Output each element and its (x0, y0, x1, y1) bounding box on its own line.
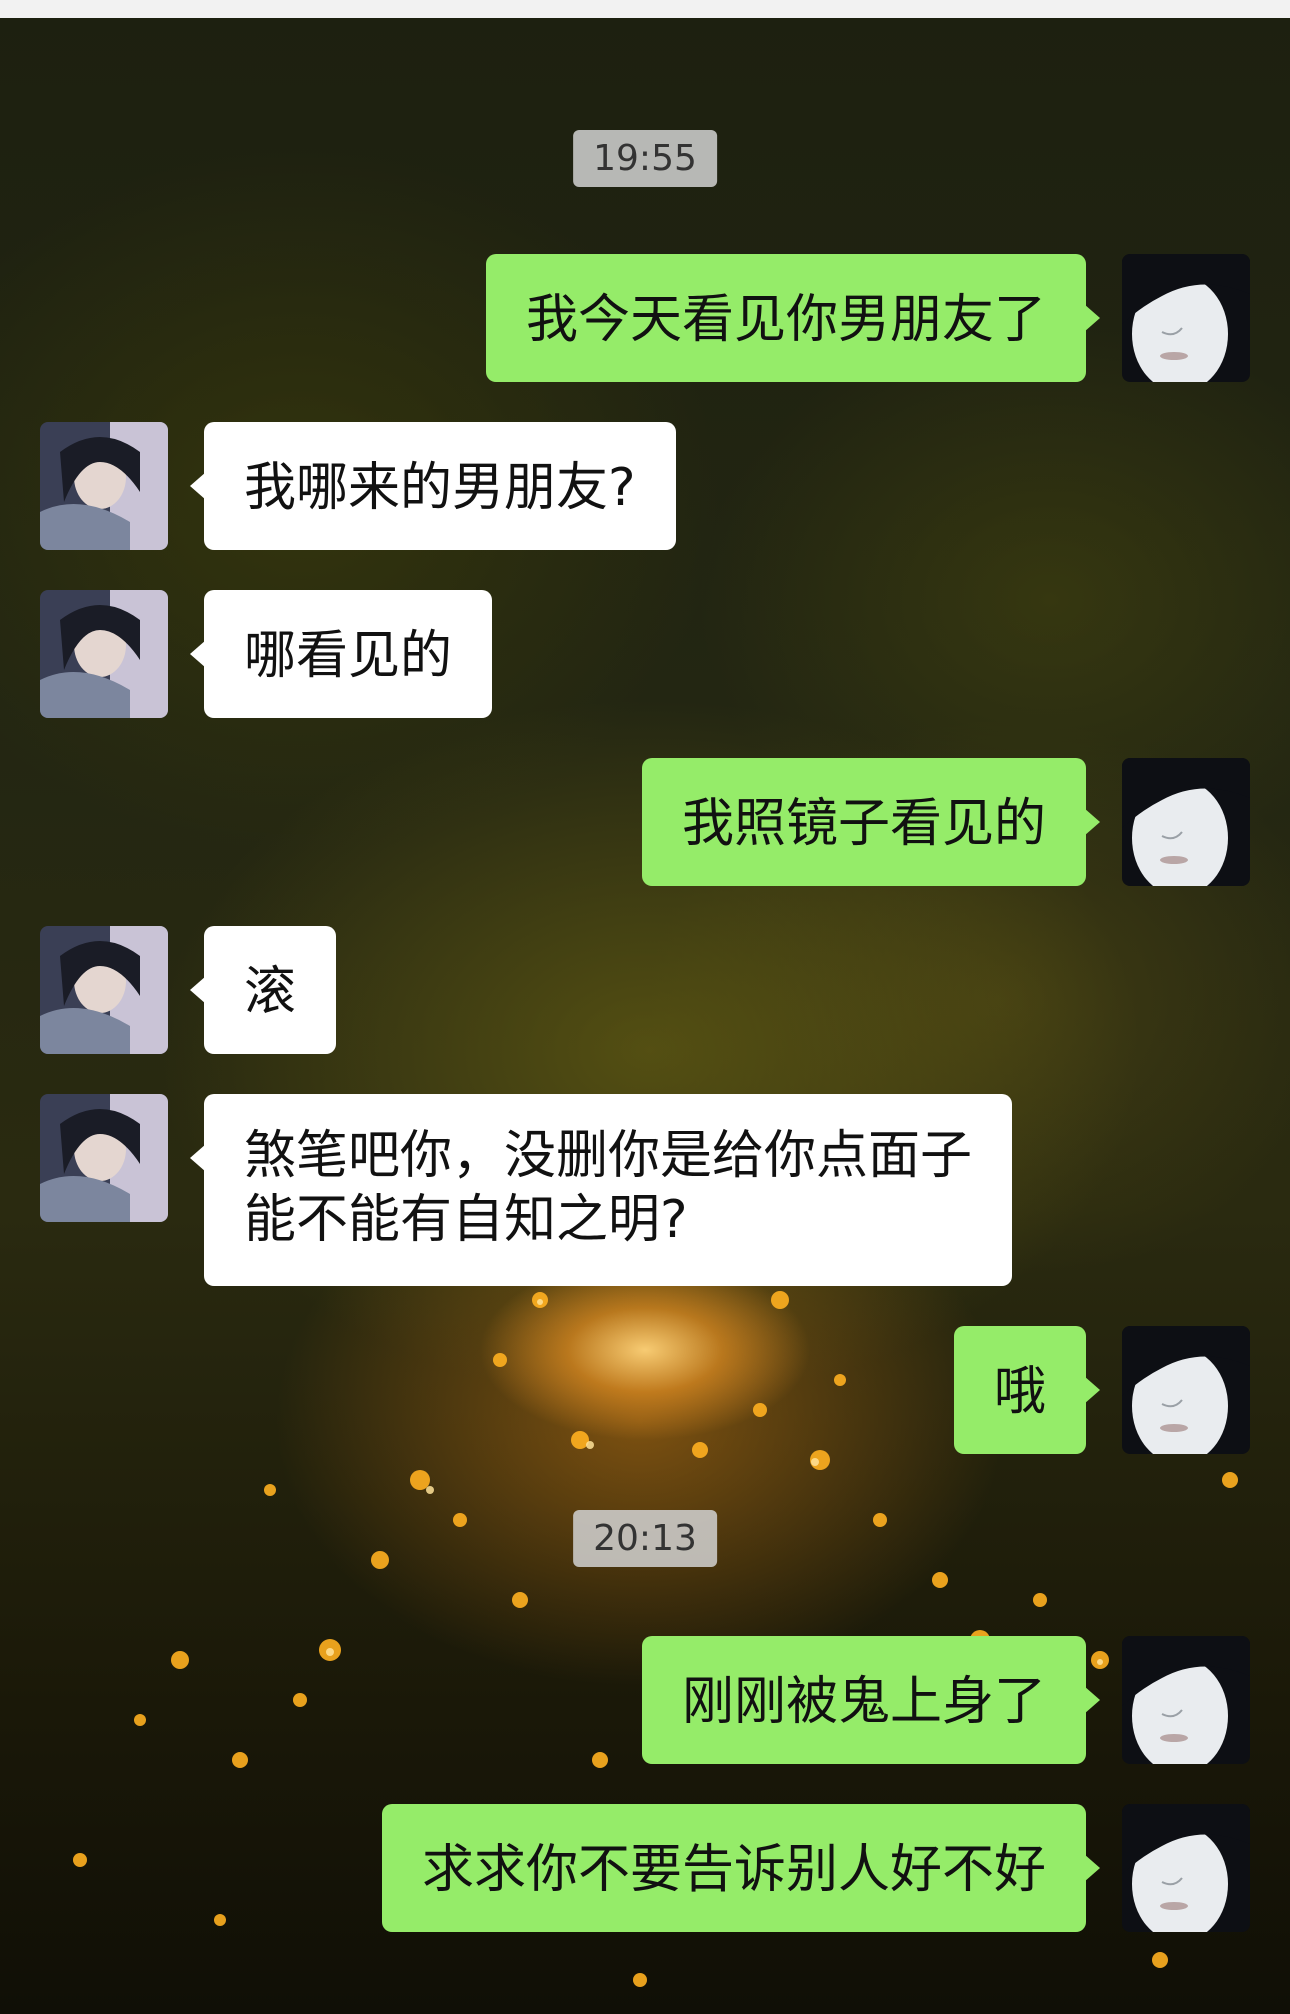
sent-message-bubble[interactable]: 我今天看见你男朋友了 (485, 254, 1101, 382)
message-text: 我照镜子看见的 (681, 794, 1046, 854)
other-avatar[interactable] (40, 1094, 168, 1222)
other-avatar[interactable] (40, 422, 168, 550)
sent-message-bubble[interactable]: 我照镜子看见的 (641, 758, 1101, 886)
message-text: 刚刚被鬼上身了 (681, 1672, 1046, 1732)
sent-message-bubble[interactable]: 求求你不要告诉别人好不好 (381, 1804, 1101, 1932)
my-avatar[interactable] (1122, 1636, 1250, 1764)
message-text-line: 能不能有自知之明? (244, 1190, 688, 1250)
received-message-bubble[interactable]: 滚 (189, 926, 337, 1054)
girl-photo-avatar-icon (40, 422, 168, 550)
my-avatar[interactable] (1122, 254, 1250, 382)
pale-face-avatar-icon (1122, 254, 1250, 382)
received-message-bubble[interactable]: 哪看见的 (189, 590, 493, 718)
pale-face-avatar-icon (1122, 1326, 1250, 1454)
sent-message-bubble[interactable]: 哦 (953, 1326, 1101, 1454)
pale-face-avatar-icon (1122, 1804, 1250, 1932)
timestamp-label: 20:13 (573, 1510, 717, 1567)
other-avatar[interactable] (40, 926, 168, 1054)
message-text: 滚 (244, 962, 297, 1022)
pale-face-avatar-icon (1122, 1636, 1250, 1764)
message-text: 我哪来的男朋友? (244, 458, 636, 518)
my-avatar[interactable] (1122, 1326, 1250, 1454)
received-message-bubble[interactable]: 我哪来的男朋友? (190, 422, 676, 550)
message-text: 我今天看见你男朋友了 (525, 290, 1046, 350)
message-text-line: 煞笔吧你，没删你是给你点面子 (244, 1126, 973, 1186)
message-text: 哪看见的 (244, 626, 453, 686)
sent-message-bubble[interactable]: 刚刚被鬼上身了 (641, 1636, 1101, 1764)
girl-photo-avatar-icon (40, 590, 168, 718)
my-avatar[interactable] (1122, 758, 1250, 886)
message-text: 哦 (993, 1362, 1046, 1422)
pale-face-avatar-icon (1122, 758, 1250, 886)
chat-screen: 19:55 我今天看见你男朋友了 我哪来的男朋友? 哪看见的 我照镜子看见的 滚… (0, 0, 1290, 2014)
timestamp-label: 19:55 (573, 130, 717, 187)
girl-photo-avatar-icon (40, 1094, 168, 1222)
received-message-bubble[interactable]: 煞笔吧你，没删你是给你点面子 能不能有自知之明? (189, 1094, 1013, 1286)
message-text: 求求你不要告诉别人好不好 (421, 1840, 1046, 1900)
my-avatar[interactable] (1122, 1804, 1250, 1932)
other-avatar[interactable] (40, 590, 168, 718)
girl-photo-avatar-icon (40, 926, 168, 1054)
